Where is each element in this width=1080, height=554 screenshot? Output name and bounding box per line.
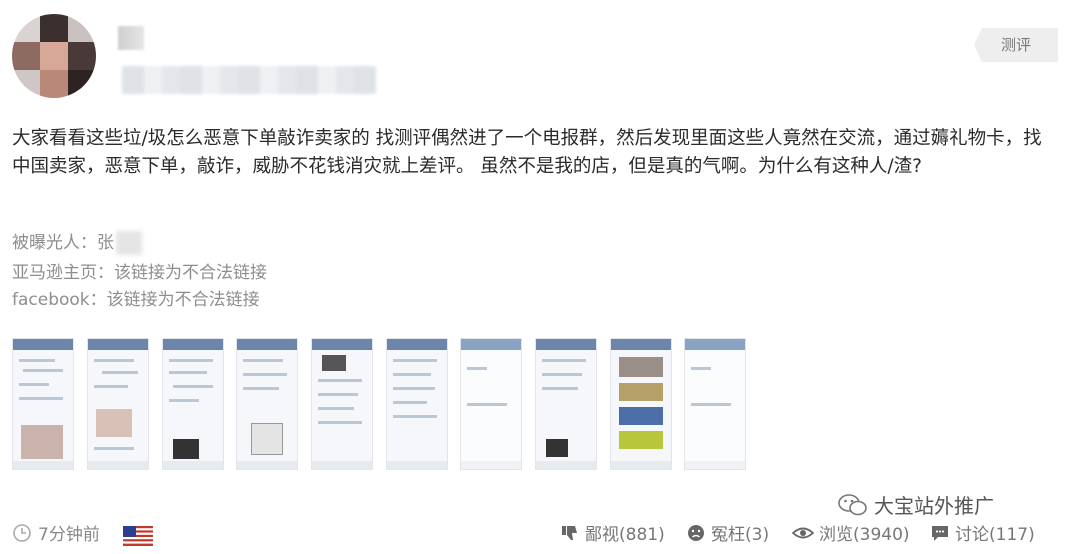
thumbs-down-icon	[562, 525, 577, 540]
dislike-count: 鄙视(881)	[585, 525, 665, 545]
amazon-link[interactable]: 亚马逊主页：该链接为不合法链接	[12, 258, 267, 283]
wronged-count: 冤枉(3)	[711, 525, 770, 545]
exposed-name-redacted	[116, 231, 142, 255]
screenshot-thumb[interactable]	[162, 338, 224, 470]
eye-icon	[792, 527, 814, 538]
post-time: 7分钟前	[12, 520, 100, 545]
exposed-person-label: 被曝光人：张	[12, 233, 114, 253]
screenshot-thumb[interactable]	[386, 338, 448, 470]
views-count: 浏览(3940)	[819, 525, 910, 545]
dislike-button[interactable]: 鄙视(881)	[560, 520, 665, 545]
views-counter: 浏览(3940)	[792, 520, 910, 545]
exposed-person-row: 被曝光人：张	[12, 228, 142, 255]
screenshot-thumb[interactable]	[535, 338, 597, 470]
screenshot-thumb[interactable]	[87, 338, 149, 470]
category-tag[interactable]: 测评	[974, 28, 1058, 62]
user-subtitle-redacted	[122, 66, 376, 94]
comment-bubble-icon	[932, 525, 948, 541]
us-flag-icon	[123, 526, 153, 546]
facebook-link[interactable]: facebook：该链接为不合法链接	[12, 285, 260, 310]
user-avatar[interactable]	[12, 14, 96, 98]
time-label: 7分钟前	[38, 525, 100, 545]
post-footer: 7分钟前 鄙视(881) 冤枉(3) 浏览(3940) 讨论(117)	[0, 512, 1080, 552]
screenshot-thumb[interactable]	[610, 338, 672, 470]
screenshot-thumb[interactable]	[236, 338, 298, 470]
post-body: 大家看看这些垃/圾怎么恶意下单敲诈卖家的 找测评偶然进了一个电报群，然后发现里面…	[12, 128, 1042, 177]
screenshot-thumb[interactable]	[460, 338, 522, 470]
screenshot-thumb[interactable]	[311, 338, 373, 470]
username-redacted[interactable]	[118, 26, 144, 50]
comments-button[interactable]: 讨论(117)	[930, 520, 1035, 545]
screenshot-thumb[interactable]	[12, 338, 74, 470]
clock-icon	[13, 523, 31, 542]
comments-count: 讨论(117)	[955, 525, 1035, 545]
screenshot-thumb[interactable]	[684, 338, 746, 470]
wronged-button[interactable]: 冤枉(3)	[686, 520, 769, 545]
sad-face-icon	[688, 524, 704, 541]
